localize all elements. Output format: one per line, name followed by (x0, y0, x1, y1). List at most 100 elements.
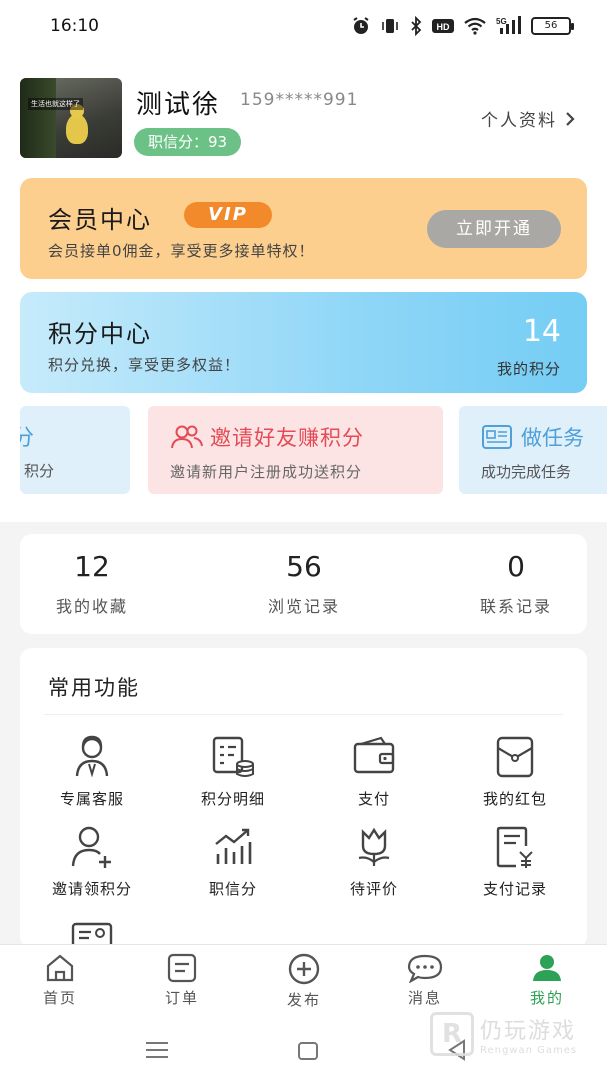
tab-home[interactable]: 首页 (20, 953, 100, 1008)
points-description: 积分兑换，享受更多权益！ (48, 356, 241, 374)
hd-text: HD (437, 22, 450, 32)
promo-card-left[interactable]: 分 积分 (20, 406, 130, 494)
tab-publish[interactable]: 发布 (264, 953, 344, 1010)
profile-link-label: 个人资料 (481, 111, 557, 131)
recent-apps-button[interactable] (146, 1042, 168, 1063)
watermark-subtitle: Rengwan Games (480, 1044, 578, 1056)
watermark-logo: R (430, 1012, 474, 1056)
func-credit-score-label: 职信分 (208, 880, 257, 898)
red-packet-icon (496, 736, 534, 778)
avatar-tree (20, 78, 56, 158)
stat-history-label: 浏览记录 (267, 597, 340, 616)
chat-icon (407, 954, 443, 983)
divider (44, 714, 563, 715)
avatar-duck (66, 104, 88, 144)
func-payment-records[interactable]: 支付记录 (445, 824, 585, 899)
bottom-tab-bar: 首页 订单 发布 消息 我的 (0, 944, 607, 1020)
tab-messages[interactable]: 消息 (385, 953, 465, 1008)
func-pending-review[interactable]: 待评价 (304, 824, 444, 899)
func-red-packet[interactable]: 我的红包 (445, 734, 585, 809)
func-red-packet-label: 我的红包 (482, 790, 547, 808)
stat-favorites-value: 12 (74, 550, 110, 583)
vip-card[interactable]: 会员中心 VIP 会员接单0佣金，享受更多接单特权！ 立即开通 (20, 178, 587, 279)
avatar[interactable]: 生活也就这样了 (20, 78, 122, 158)
points-value: 14 (522, 314, 561, 349)
promo-task-desc: 成功完成任务 (481, 463, 572, 481)
stat-favorites[interactable]: 12 我的收藏 (12, 550, 172, 617)
func-credit-score[interactable]: 职信分 (163, 824, 303, 899)
func-points-detail-label: 积分明细 (200, 790, 265, 808)
tab-messages-label: 消息 (407, 989, 442, 1007)
func-invite-points[interactable]: 邀请领积分 (22, 824, 162, 899)
func-points-detail[interactable]: 积分明细 (163, 734, 303, 809)
profile-link[interactable]: 个人资料 (481, 106, 575, 131)
stat-history[interactable]: 56 浏览记录 (224, 550, 384, 617)
status-time: 16:10 (50, 16, 99, 36)
func-customer-service[interactable]: 专属客服 (22, 734, 162, 809)
stat-favorites-label: 我的收藏 (55, 597, 128, 616)
promo-card-invite[interactable]: 邀请好友赚积分 邀请新用户注册成功送积分 (148, 406, 443, 494)
user-icon (533, 955, 561, 981)
func-pending-review-label: 待评价 (349, 880, 398, 898)
watermark-title: 仍玩游戏 (480, 1018, 577, 1044)
vip-title: 会员中心 (48, 206, 152, 234)
tab-orders[interactable]: 订单 (142, 953, 222, 1008)
home-icon (46, 954, 74, 982)
add-circle-icon (288, 953, 320, 985)
promo-invite-title-row: 邀请好友赚积分 (170, 422, 364, 452)
promo-task-title-row: 做任务 (481, 422, 584, 452)
common-functions-card: 常用功能 专属客服 积分明细 支付 我的红包 邀请领积分 职信分 待评价 支付记… (20, 648, 587, 948)
status-bar: 16:10 HD 5G 56 (0, 0, 607, 56)
tab-publish-label: 发布 (286, 991, 321, 1009)
stat-history-value: 56 (286, 550, 322, 583)
home-button[interactable] (298, 1042, 318, 1060)
watermark-text: 仍玩游戏 Rengwan Games (480, 1013, 577, 1056)
points-detail-icon (212, 736, 254, 777)
points-card[interactable]: 积分中心 积分兑换，享受更多权益！ 14 我的积分 (20, 292, 587, 393)
promo-left-desc: 积分 (24, 462, 55, 480)
alarm-icon (353, 17, 369, 34)
promo-invite-title: 邀请好友赚积分 (210, 426, 364, 450)
hd-icon: HD (432, 19, 454, 33)
wifi-icon (464, 17, 486, 35)
chart-icon (215, 828, 252, 864)
wallet-icon (353, 736, 395, 774)
flower-icon (358, 827, 390, 866)
customer-service-icon (75, 735, 109, 778)
credit-score-badge[interactable]: 职信分：93 (134, 128, 242, 156)
stats-card: 12 我的收藏 56 浏览记录 0 联系记录 (20, 534, 587, 634)
bluetooth-icon (411, 16, 422, 36)
order-icon (167, 953, 197, 983)
task-card-icon (482, 425, 512, 449)
avatar-caption: 生活也就这样了 (28, 98, 83, 110)
add-user-icon (71, 826, 111, 868)
tab-mine[interactable]: 我的 (507, 953, 587, 1008)
users-icon (171, 425, 203, 449)
watermark: R 仍玩游戏 Rengwan Games (430, 1012, 577, 1056)
stat-contacts-value: 0 (507, 550, 525, 583)
points-title: 积分中心 (48, 320, 152, 348)
stat-contacts[interactable]: 0 联系记录 (436, 550, 596, 617)
vip-description: 会员接单0佣金，享受更多接单特权！ (48, 242, 315, 260)
vibrate-icon (382, 19, 398, 33)
signal-icon: 5G (496, 16, 521, 34)
promo-card-task[interactable]: 做任务 成功完成任务 (459, 406, 607, 494)
tab-orders-label: 订单 (164, 989, 199, 1007)
points-value-label: 我的积分 (496, 360, 561, 378)
func-invite-points-label: 邀请领积分 (51, 880, 132, 898)
stat-contacts-label: 联系记录 (479, 597, 552, 616)
func-customer-service-label: 专属客服 (59, 790, 124, 808)
promo-invite-desc: 邀请新用户注册成功送积分 (170, 463, 363, 481)
promo-task-title: 做任务 (521, 426, 584, 450)
user-name: 测试徐 (136, 90, 221, 120)
status-icons: HD 5G 56 (351, 16, 574, 36)
battery-icon: 56 (531, 17, 574, 35)
user-phone: 159*****991 (240, 90, 359, 110)
common-functions-title: 常用功能 (48, 676, 140, 700)
vip-open-button[interactable]: 立即开通 (427, 210, 561, 248)
tab-mine-label: 我的 (529, 989, 564, 1007)
func-payment-records-label: 支付记录 (482, 880, 547, 898)
func-payment[interactable]: 支付 (304, 734, 444, 809)
tab-home-label: 首页 (42, 989, 77, 1007)
network-text: 5G (496, 17, 507, 26)
